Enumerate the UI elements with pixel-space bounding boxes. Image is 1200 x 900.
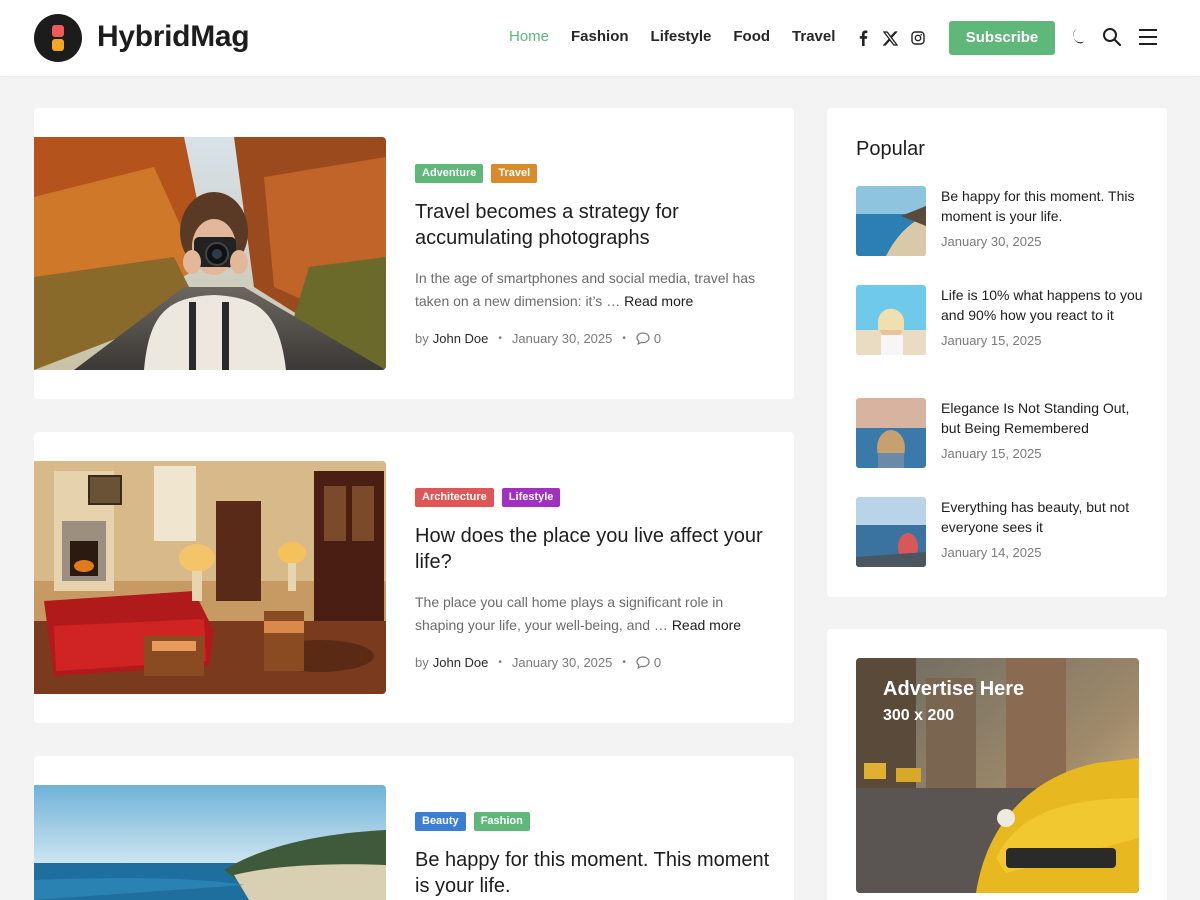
- meta-separator: •: [622, 333, 626, 344]
- site-header: HybridMag Home Fashion Lifestyle Food Tr…: [0, 0, 1200, 76]
- comment-icon: [636, 656, 650, 669]
- site-title[interactable]: HybridMag: [97, 20, 250, 54]
- ad-banner[interactable]: Advertise Here 300 x 200: [856, 658, 1139, 893]
- moon-icon[interactable]: [1070, 27, 1088, 47]
- instagram-icon[interactable]: [911, 31, 925, 45]
- menu-icon[interactable]: [1138, 27, 1158, 47]
- popular-text: Elegance Is Not Standing Out, but Being …: [941, 398, 1146, 461]
- nav-item-food[interactable]: Food: [733, 28, 770, 45]
- tag-beauty[interactable]: Beauty: [415, 812, 466, 831]
- popular-date: January 15, 2025: [941, 333, 1042, 348]
- tag-fashion[interactable]: Fashion: [473, 812, 530, 831]
- main-nav: Home Fashion Lifestyle Food Travel: [509, 28, 857, 45]
- logo-dot-bottom: [52, 39, 64, 51]
- read-more-link[interactable]: Read more: [672, 617, 741, 633]
- facebook-icon[interactable]: [856, 30, 870, 46]
- post-comments-link[interactable]: 0: [636, 655, 661, 670]
- popular-text: Be happy for this moment. This moment is…: [941, 186, 1146, 249]
- post-card: Beauty Fashion Be happy for this moment.…: [34, 756, 794, 900]
- nav-item-lifestyle[interactable]: Lifestyle: [651, 28, 712, 45]
- post-body: Adventure Travel Travel becomes a strate…: [415, 164, 775, 346]
- popular-text: Life is 10% what happens to you and 90% …: [941, 285, 1146, 348]
- post-date[interactable]: January 30, 2025: [512, 331, 612, 346]
- popular-date: January 14, 2025: [941, 545, 1042, 560]
- popular-thumbnail[interactable]: [856, 285, 926, 355]
- post-tags: Architecture Lifestyle: [415, 488, 775, 507]
- popular-text: Everything has beauty, but not everyone …: [941, 497, 1146, 560]
- popular-thumbnail[interactable]: [856, 497, 926, 567]
- popular-thumbnail[interactable]: [856, 398, 926, 468]
- post-meta: by John Doe • January 30, 2025 • 0: [415, 331, 775, 346]
- post-by-label: by: [415, 655, 429, 670]
- post-excerpt-text: In the age of smartphones and social med…: [415, 270, 756, 309]
- read-more-link[interactable]: Read more: [624, 293, 693, 309]
- meta-separator: •: [498, 657, 502, 668]
- post-thumbnail[interactable]: [34, 137, 386, 370]
- popular-title[interactable]: Be happy for this moment. This moment is…: [941, 186, 1146, 226]
- post-comment-count: 0: [653, 655, 662, 670]
- tag-lifestyle[interactable]: Lifestyle: [501, 488, 561, 507]
- subscribe-button[interactable]: Subscribe: [949, 21, 1055, 55]
- post-title[interactable]: Travel becomes a strategy for accumulati…: [415, 199, 775, 251]
- widget-title: Popular: [856, 138, 925, 160]
- popular-thumbnail[interactable]: [856, 186, 926, 256]
- popular-title[interactable]: Life is 10% what happens to you and 90% …: [941, 285, 1146, 325]
- comment-icon: [636, 332, 650, 345]
- post-card: Architecture Lifestyle How does the plac…: [34, 432, 794, 723]
- post-excerpt: In the age of smartphones and social med…: [415, 267, 775, 313]
- post-title[interactable]: How does the place you live affect your …: [415, 523, 775, 575]
- post-meta: by John Doe • January 30, 2025 • 0: [415, 655, 775, 670]
- post-tags: Adventure Travel: [415, 164, 775, 183]
- post-comments-link[interactable]: 0: [636, 331, 661, 346]
- post-body: Architecture Lifestyle How does the plac…: [415, 488, 775, 670]
- ad-widget: Advertise Here 300 x 200: [827, 629, 1167, 900]
- post-author-link[interactable]: John Doe: [433, 331, 489, 346]
- tag-adventure[interactable]: Adventure: [415, 164, 484, 183]
- site-logo-icon[interactable]: [34, 14, 82, 62]
- nav-item-home[interactable]: Home: [509, 28, 549, 45]
- post-thumbnail[interactable]: [34, 461, 386, 694]
- post-excerpt: The place you call home plays a signific…: [415, 591, 775, 637]
- post-comment-count: 0: [653, 331, 662, 346]
- logo-dot-top: [52, 25, 64, 37]
- tag-architecture[interactable]: Architecture: [415, 488, 494, 507]
- post-card: Adventure Travel Travel becomes a strate…: [34, 108, 794, 399]
- x-icon[interactable]: [883, 30, 898, 46]
- popular-title[interactable]: Elegance Is Not Standing Out, but Being …: [941, 398, 1146, 438]
- search-icon[interactable]: [1102, 27, 1122, 47]
- post-thumbnail[interactable]: [34, 785, 386, 900]
- post-author-link[interactable]: John Doe: [433, 655, 489, 670]
- meta-separator: •: [622, 657, 626, 668]
- nav-item-travel[interactable]: Travel: [792, 28, 835, 45]
- meta-separator: •: [498, 333, 502, 344]
- post-title[interactable]: Be happy for this moment. This moment is…: [415, 847, 775, 899]
- tag-travel[interactable]: Travel: [491, 164, 538, 183]
- popular-widget: Popular Be happy for this moment. This m…: [827, 108, 1167, 597]
- post-body: Beauty Fashion Be happy for this moment.…: [415, 812, 775, 899]
- popular-title[interactable]: Everything has beauty, but not everyone …: [941, 497, 1146, 537]
- post-date[interactable]: January 30, 2025: [512, 655, 612, 670]
- post-by-label: by: [415, 331, 429, 346]
- nav-item-fashion[interactable]: Fashion: [571, 28, 629, 45]
- popular-date: January 30, 2025: [941, 234, 1042, 249]
- social-links: [856, 30, 925, 46]
- post-tags: Beauty Fashion: [415, 812, 775, 831]
- popular-date: January 15, 2025: [941, 446, 1042, 461]
- ad-size: 300 x 200: [883, 707, 955, 724]
- ad-title: Advertise Here: [883, 678, 1025, 700]
